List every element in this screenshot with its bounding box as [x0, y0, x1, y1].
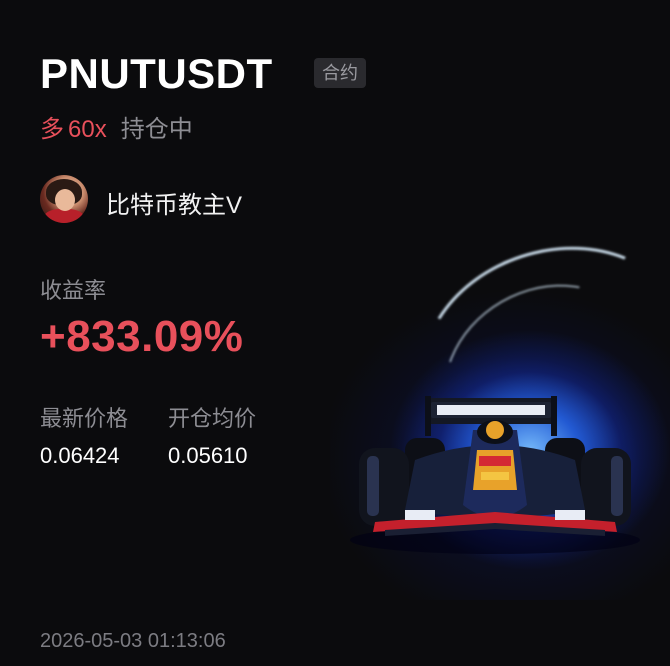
yield-value: +833.09% [40, 312, 244, 361]
open-price-value: 0.05610 [168, 443, 248, 468]
avatar [40, 175, 88, 223]
position-status: 持仓中 [120, 116, 193, 143]
open-price-label: 开仓均价 [168, 406, 257, 431]
position-direction: 多 [40, 116, 64, 143]
latest-price-label: 最新价格 [40, 406, 129, 431]
position-share-card: PNUTUSDT 合约 多 60x 持仓中 比特币教主V 收益率 +833.09% … [0, 0, 670, 666]
timestamp: 2026-05-03 01:13:06 [40, 630, 226, 652]
trader-name: 比特币教主V [106, 192, 243, 219]
yield-label: 收益率 [40, 278, 107, 303]
f1-racecar-illustration [350, 396, 640, 554]
latest-price-value: 0.06424 [40, 443, 120, 468]
contract-tag: 合约 [314, 58, 366, 88]
symbol-title: PNUTUSDT [40, 50, 273, 97]
leverage-value: 60x [68, 116, 107, 143]
position-summary: 多 60x 持仓中 [40, 109, 193, 144]
